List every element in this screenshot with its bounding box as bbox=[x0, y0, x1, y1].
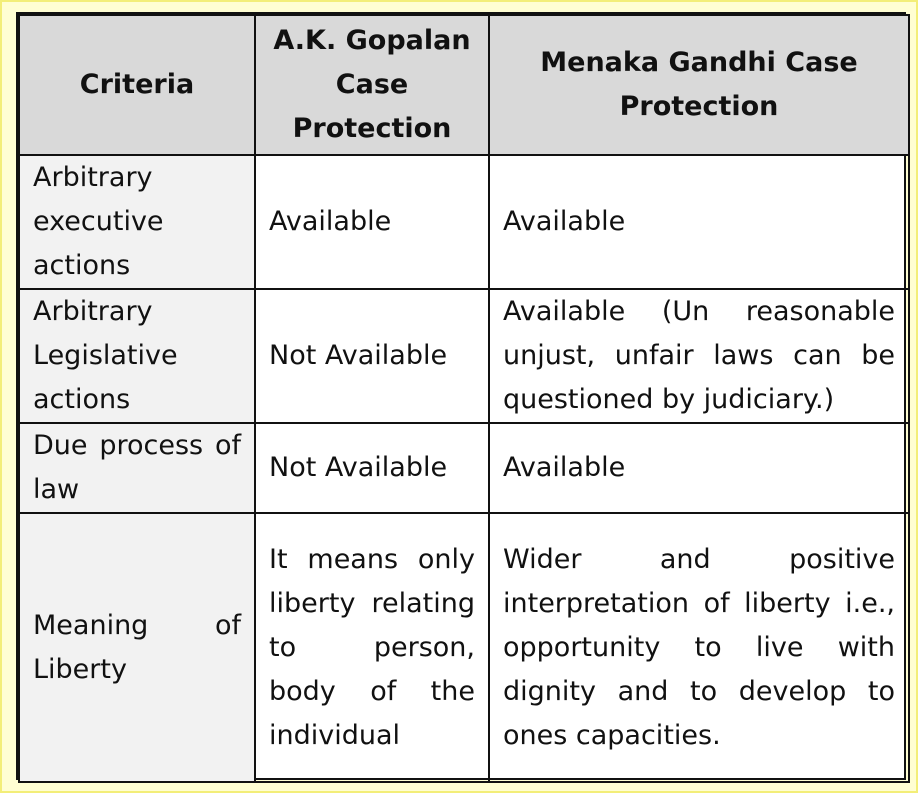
table-row: Meaning of Liberty It means only liberty… bbox=[18, 512, 910, 783]
criteria-cell: Arbitrary Legislative actions bbox=[18, 288, 256, 424]
menaka-cell: Available (Un reasonable unjust, unfair … bbox=[488, 288, 910, 424]
table-header-row: Criteria A.K. Gopalan Case Protection Me… bbox=[18, 14, 910, 156]
gopalan-cell: It means only liberty relating to person… bbox=[254, 512, 490, 783]
table-row: Due process of law Not Available Availab… bbox=[18, 422, 910, 514]
menaka-cell: Available bbox=[488, 154, 910, 290]
table-row: Arbitrary executive actions Available Av… bbox=[18, 154, 910, 290]
page-frame: Criteria A.K. Gopalan Case Protection Me… bbox=[0, 0, 918, 793]
gopalan-cell: Not Available bbox=[254, 422, 490, 514]
table-row: Arbitrary Legislative actions Not Availa… bbox=[18, 288, 910, 424]
criteria-cell: Arbitrary executive actions bbox=[18, 154, 256, 290]
header-criteria: Criteria bbox=[18, 14, 256, 156]
menaka-cell: Wider and positive interpretation of lib… bbox=[488, 512, 910, 783]
header-menaka-case: Menaka Gandhi Case Protection bbox=[488, 14, 910, 156]
comparison-table-container: Criteria A.K. Gopalan Case Protection Me… bbox=[16, 12, 910, 783]
gopalan-cell: Available bbox=[254, 154, 490, 290]
criteria-cell: Meaning of Liberty bbox=[18, 512, 256, 783]
criteria-cell: Due process of law bbox=[18, 422, 256, 514]
gopalan-cell: Not Available bbox=[254, 288, 490, 424]
comparison-table: Criteria A.K. Gopalan Case Protection Me… bbox=[18, 14, 910, 783]
header-gopalan-case: A.K. Gopalan Case Protection bbox=[254, 14, 490, 156]
menaka-cell: Available bbox=[488, 422, 910, 514]
